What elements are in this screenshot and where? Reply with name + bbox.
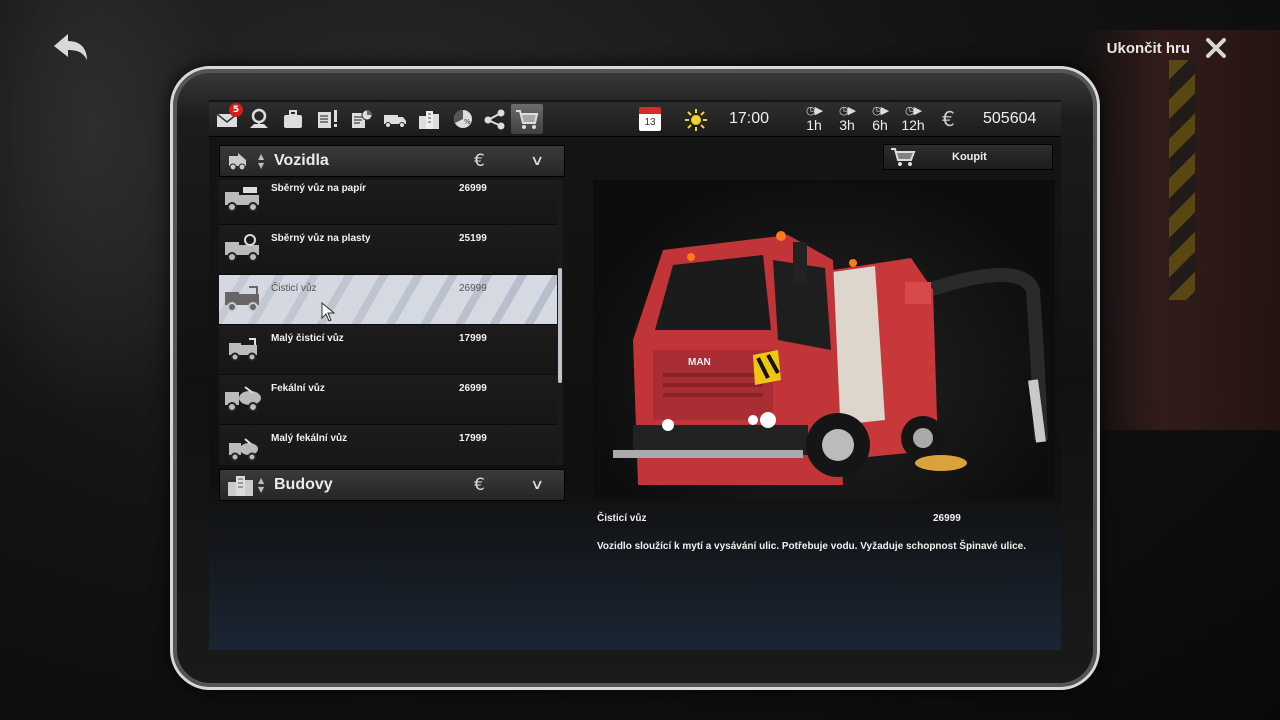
vehicle-price: 26999 — [459, 383, 487, 394]
euro-sort-icon[interactable]: € — [474, 475, 496, 495]
list-scrollbar[interactable] — [557, 180, 563, 465]
back-arrow-icon — [54, 34, 87, 60]
speed-label: 3h — [839, 117, 855, 133]
money-balance: 505604 — [983, 110, 1037, 127]
fast-forward-icon: ◷▶ — [838, 104, 856, 117]
sort-arrows-icon[interactable]: ▲ ▼ — [258, 152, 268, 170]
share-icon — [484, 109, 505, 130]
sweeper-truck-icon — [225, 286, 259, 312]
list-item[interactable]: Malý čisticí vůz 17999 — [219, 325, 559, 375]
tasks-button[interactable] — [311, 104, 343, 134]
buy-button[interactable]: Koupit — [883, 144, 1053, 170]
vehicle-price: 17999 — [459, 433, 487, 444]
category-header-vehicles[interactable]: ▲ ▼ Vozidla € ∨ — [219, 145, 565, 177]
svg-text:MAN: MAN — [688, 357, 711, 368]
game-time: 17:00 — [729, 110, 770, 127]
paper-truck-icon — [225, 187, 259, 212]
chevron-down-icon[interactable]: ∨ — [530, 153, 558, 169]
vehicle-price: 26999 — [459, 183, 487, 194]
calendar-button[interactable]: 13 — [639, 107, 661, 131]
briefcase-button[interactable] — [277, 104, 309, 134]
statistics-icon: % — [454, 110, 472, 128]
vehicle-price: 25199 — [459, 233, 487, 244]
detail-vehicle-name: Čisticí vůz — [597, 513, 647, 524]
speed-6h-button[interactable]: ◷▶ 6h — [864, 105, 896, 135]
sun-weather-icon — [685, 109, 707, 131]
reports-button[interactable] — [345, 104, 377, 134]
detail-vehicle-price: 26999 — [933, 513, 961, 524]
shop-button[interactable] — [511, 104, 543, 134]
small-sewage-icon — [229, 438, 258, 462]
map-button[interactable] — [243, 104, 275, 134]
sweeper-truck-image: MAN — [613, 231, 1048, 485]
background-warning-stripe — [1169, 60, 1195, 300]
vehicles-button[interactable] — [379, 104, 411, 134]
svg-text:%: % — [464, 118, 471, 126]
map-pin-icon — [250, 108, 268, 128]
vehicle-price: 26999 — [459, 283, 487, 294]
mail-badge: 5 — [229, 103, 243, 117]
statistics-button[interactable]: % — [447, 104, 479, 134]
list-item[interactable]: Fekální vůz 26999 — [219, 375, 559, 425]
calendar-icon — [639, 107, 661, 114]
vehicle-name: Malý čisticí vůz — [271, 333, 344, 344]
sewage-truck-icon — [225, 386, 261, 412]
category-title: Budovy — [274, 476, 333, 493]
buildings-icon — [228, 476, 253, 496]
list-item[interactable]: Sběrný vůz na papír 26999 — [219, 180, 559, 225]
briefcase-icon — [284, 110, 302, 128]
buildings-button[interactable] — [413, 104, 445, 134]
euro-icon: € — [942, 107, 955, 131]
speed-label: 12h — [901, 117, 925, 133]
fast-forward-icon: ◷▶ — [805, 104, 823, 117]
quit-game-label: Ukončit hru — [1106, 39, 1190, 57]
plastic-truck-icon — [225, 234, 259, 262]
vehicles-icon — [384, 115, 406, 128]
vehicle-name: Fekální vůz — [271, 383, 325, 394]
top-toolbar: 5 % 13 17:00 ◷▶ 1h ◷▶ 3h ◷▶ 6h ◷▶ 12h € … — [209, 102, 1061, 137]
speed-12h-button[interactable]: ◷▶ 12h — [897, 105, 929, 135]
speed-label: 6h — [872, 117, 888, 133]
vehicles-icon — [229, 153, 246, 171]
tablet-screen: 5 % 13 17:00 ◷▶ 1h ◷▶ 3h ◷▶ 6h ◷▶ 12h € … — [209, 100, 1061, 650]
buildings-icon — [419, 111, 439, 129]
close-icon — [1206, 38, 1226, 58]
euro-sort-icon[interactable]: € — [474, 151, 496, 171]
list-item[interactable]: Sběrný vůz na plasty 25199 — [219, 225, 559, 275]
vehicle-name: Čisticí vůz — [271, 283, 317, 294]
share-button[interactable] — [479, 104, 511, 134]
sort-arrows-icon[interactable]: ▲ ▼ — [258, 476, 268, 494]
speed-1h-button[interactable]: ◷▶ 1h — [798, 105, 830, 135]
buy-label: Koupit — [952, 151, 987, 163]
list-item[interactable]: Malý fekální vůz 17999 — [219, 425, 559, 465]
vehicle-list: Sběrný vůz na papír 26999 Sběrný vůz na … — [219, 180, 559, 465]
vehicle-preview: MAN — [593, 180, 1055, 500]
fast-forward-icon: ◷▶ — [904, 104, 922, 117]
shop-cart-icon — [891, 148, 916, 166]
detail-description: Vozidlo sloužící k mytí a vysávání ulic.… — [597, 541, 1027, 552]
list-item-selected[interactable]: Čisticí vůz 26999 — [219, 275, 559, 325]
speed-label: 1h — [806, 117, 822, 133]
fast-forward-icon: ◷▶ — [871, 104, 889, 117]
small-sweeper-icon — [229, 338, 257, 362]
category-title: Vozidla — [274, 152, 329, 169]
vehicle-name: Sběrný vůz na plasty — [271, 233, 371, 244]
scrollbar-thumb[interactable] — [558, 268, 562, 383]
mouse-cursor-icon — [321, 302, 335, 322]
speed-3h-button[interactable]: ◷▶ 3h — [831, 105, 863, 135]
mail-button[interactable]: 5 — [211, 103, 243, 134]
shop-cart-icon — [516, 110, 539, 129]
vehicle-name: Malý fekální vůz — [271, 433, 348, 444]
back-button[interactable] — [50, 30, 90, 64]
quit-game-button[interactable]: Ukončit hru — [1107, 36, 1228, 60]
calendar-day: 13 — [639, 114, 661, 131]
tasks-icon — [318, 110, 337, 128]
vehicle-name: Sběrný vůz na papír — [271, 183, 367, 194]
chevron-down-icon[interactable]: ∨ — [530, 477, 558, 493]
vehicle-price: 17999 — [459, 333, 487, 344]
reports-icon — [352, 109, 373, 128]
category-header-buildings[interactable]: ▲ ▼ Budovy € ∨ — [219, 469, 565, 501]
